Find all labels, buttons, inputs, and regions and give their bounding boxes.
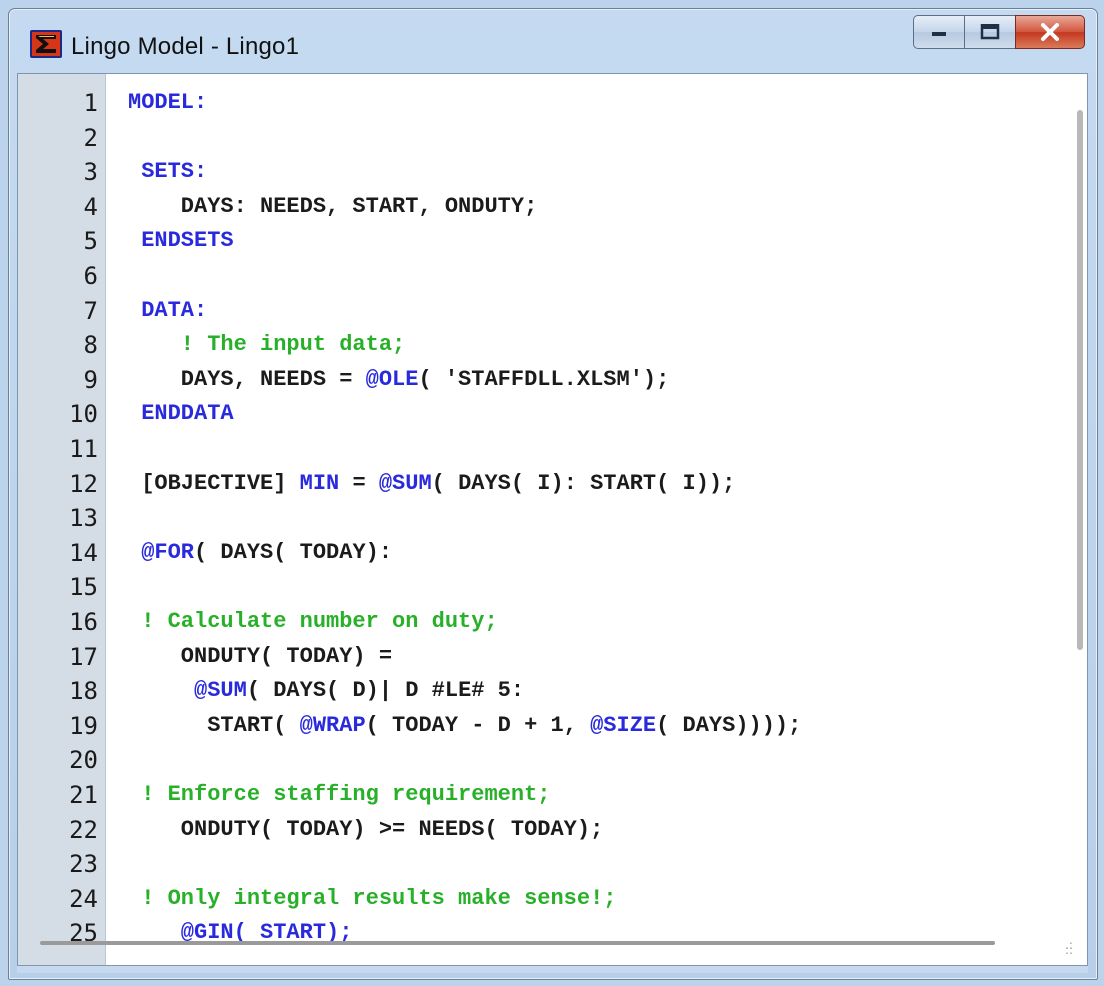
close-icon [1040,23,1060,41]
code-line: @FOR( DAYS( TODAY): [128,540,392,566]
code-token: ( DAYS( I): START( I)); [431,470,736,496]
code-editor[interactable]: 1 2 3 4 5 6 7 8 9 10 11 12 13 14 15 16 17 18 19 20 21 22 23 24 2… [17,73,1088,966]
line-number: 17 [69,642,98,671]
line-number: 16 [69,608,98,636]
line-number: 4 [83,192,98,221]
line-number: 5 [83,227,98,256]
code-line: MODEL: [128,90,207,116]
comment-token: ! Enforce staffing requirement; [128,782,551,807]
line-number: 18 [69,677,98,706]
code-line: ONDUTY( TODAY) >= NEEDS( TODAY); [128,817,603,843]
code-line: ! The input data; [128,332,405,358]
line-number: 13 [69,504,98,533]
code-line: DAYS, NEEDS = @OLE( 'STAFFDLL.XLSM'); [128,366,670,393]
line-number: 1 [83,89,98,117]
code-line: ENDSETS [128,228,234,254]
comment-token: ! The input data; [128,332,406,358]
code-line: DATA: [128,298,207,324]
keyword-token: @FOR [128,539,195,565]
line-number-gutter: 1 2 3 4 5 6 7 8 9 10 11 12 13 14 15 16 17 18 19 20 21 22 23 24 2… [18,74,106,965]
line-number: 6 [83,262,98,290]
code-token: ONDUTY( TODAY) = [128,643,393,669]
line-number: 20 [69,746,98,775]
resize-grip-icon[interactable]: .::: [1065,939,1079,957]
keyword-token: MIN [299,470,340,496]
code-token: ONDUTY( TODAY) >= NEEDS( TODAY); [128,816,604,842]
keyword-token: @SUM [378,470,432,496]
maximize-button[interactable] [964,15,1016,49]
code-token: START( [128,712,300,738]
lingo-sigma-icon [29,29,63,59]
keyword-token: @SUM [128,678,247,704]
maximize-icon [980,24,1000,40]
code-token: [OBJECTIVE] [128,470,300,496]
code-line: [OBJECTIVE] MIN = @SUM( DAYS( I): START(… [128,471,735,497]
line-number: 3 [83,158,98,187]
line-number: 15 [69,573,98,602]
line-number: 23 [69,850,98,879]
code-line: ONDUTY( TODAY) = [128,644,392,670]
code-line: ! Enforce staffing requirement; [128,782,550,808]
keyword-token: @WRAP [299,712,366,738]
code-token: ( DAYS( D)| D #LE# 5: [246,678,525,704]
code-line: DAYS: NEEDS, START, ONDUTY; [128,194,537,220]
line-number: 11 [69,435,98,463]
line-number: 12 [69,469,98,498]
code-line: @SUM( DAYS( D)| D #LE# 5: [128,678,524,704]
code-line: ! Only integral results make sense!; [128,886,616,912]
comment-token: ! Only integral results make sense!; [128,885,617,911]
code-line: SETS: [128,159,207,185]
window-bottom-border [17,966,1088,973]
code-token: = [339,470,379,496]
line-number: 9 [83,365,98,394]
line-number: 10 [69,400,98,429]
code-token: ( DAYS( TODAY): [194,539,393,565]
code-token: DAYS, NEEDS = [128,366,366,392]
line-number: 2 [83,123,98,152]
caption-buttons [913,15,1085,49]
minimize-icon [930,27,948,37]
title-bar[interactable]: Lingo Model - Lingo1 [9,9,1097,71]
minimize-button[interactable] [913,15,965,49]
keyword-token: ENDSETS [128,228,234,254]
code-token: ( 'STAFFDLL.XLSM'); [418,366,670,392]
close-button[interactable] [1015,15,1085,49]
keyword-token: @SIZE [590,712,657,738]
line-number: 8 [83,331,98,360]
code-token: DAYS: NEEDS, START, ONDUTY; [128,193,538,219]
line-number: 7 [83,296,98,325]
code-line: START( @WRAP( TODAY - D + 1, @SIZE( DAYS… [128,713,801,739]
line-number: 19 [69,711,98,740]
keyword-token: DATA: [128,297,208,323]
keyword-token: SETS: [128,159,208,185]
line-number: 14 [69,538,98,567]
code-line: ! Calculate number on duty; [128,609,498,635]
window-frame: Lingo Model - Lingo1 1 2 3 4 5 6 7 8 9 1… [8,8,1098,980]
keyword-token: @OLE [365,366,419,392]
code-token: ( DAYS)))); [656,712,802,738]
keyword-token: MODEL: [128,90,208,115]
line-number: 24 [69,884,98,913]
application-window: Lingo Model - Lingo1 1 2 3 4 5 6 7 8 9 1… [0,0,1104,986]
line-number: 21 [69,781,98,809]
horizontal-scrollbar[interactable] [40,941,995,945]
vertical-scrollbar[interactable] [1077,110,1083,650]
keyword-token: ENDDATA [128,401,234,427]
code-token: ( TODAY - D + 1, [365,712,591,738]
comment-token: ! Calculate number on duty; [128,609,498,634]
line-number: 22 [69,815,98,844]
code-line: ENDDATA [128,401,234,427]
window-title: Lingo Model - Lingo1 [71,33,300,60]
